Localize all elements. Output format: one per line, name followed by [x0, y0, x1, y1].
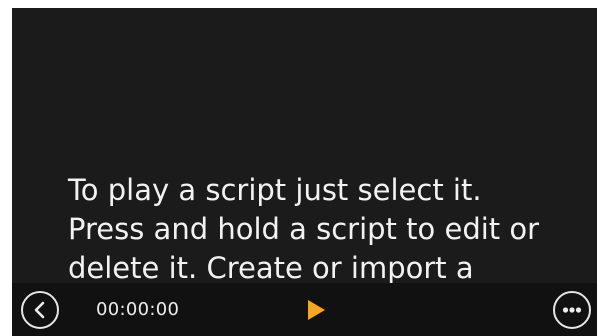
chevron-left-icon	[32, 301, 48, 319]
play-icon	[306, 299, 326, 321]
empty-state-message: To play a script just select it. Press a…	[68, 173, 540, 283]
more-horizontal-icon	[562, 306, 582, 314]
app-screen: To play a script just select it. Press a…	[12, 8, 597, 336]
script-list-area[interactable]: To play a script just select it. Press a…	[12, 8, 597, 283]
play-button[interactable]	[303, 297, 329, 323]
back-button[interactable]	[21, 291, 59, 329]
more-options-button[interactable]	[553, 291, 591, 329]
elapsed-time: 00:00:00	[96, 299, 180, 320]
bottom-toolbar: 00:00:00	[12, 283, 597, 336]
